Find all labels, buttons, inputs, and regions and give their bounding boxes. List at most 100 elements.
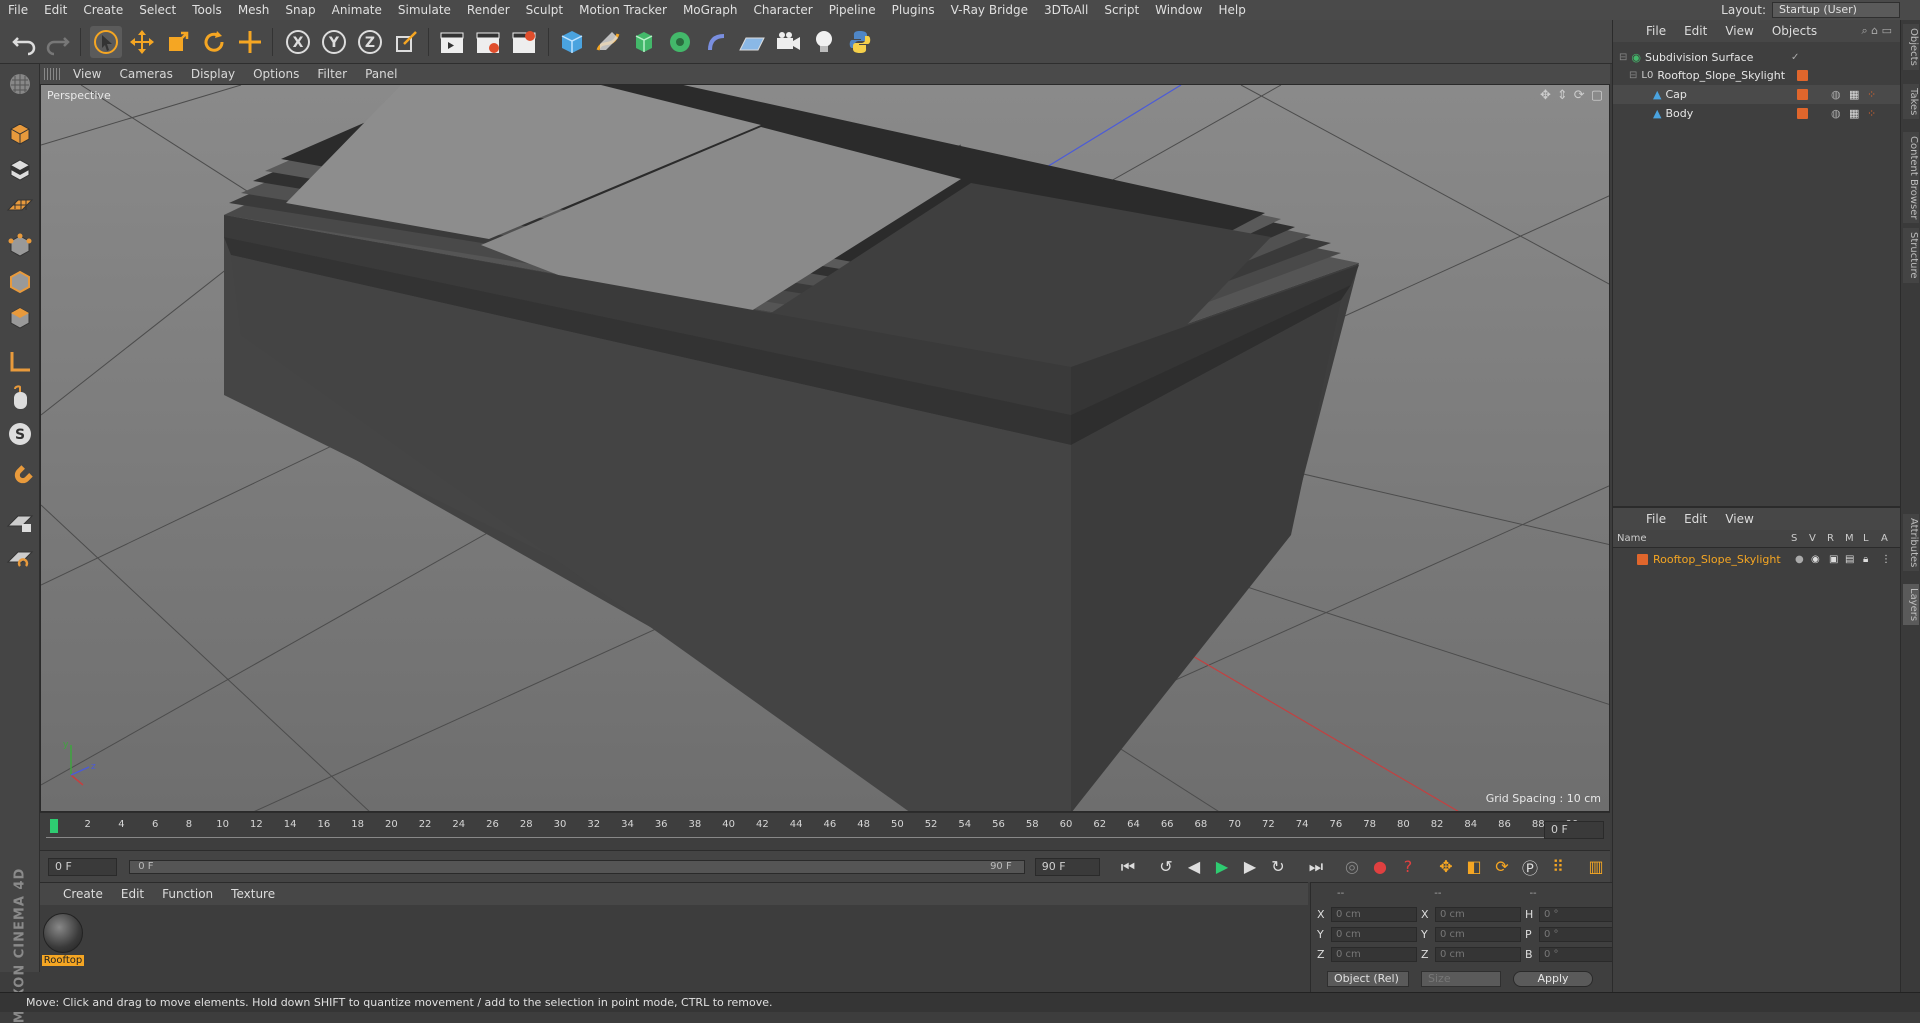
- position-y-field[interactable]: 0 cm: [1331, 927, 1417, 942]
- collapse-icon[interactable]: ⊟: [1629, 70, 1637, 81]
- layer-color-swatch[interactable]: [1637, 554, 1648, 565]
- material-menu-function[interactable]: Function: [153, 887, 222, 901]
- material-menu-texture[interactable]: Texture: [222, 887, 284, 901]
- menu-animate[interactable]: Animate: [324, 0, 390, 20]
- motion-record-button[interactable]: ◎: [1340, 855, 1364, 879]
- object-row-body[interactable]: ▲ Body ◍ ▦ ⁘: [1613, 104, 1901, 123]
- play-button[interactable]: ▶: [1210, 855, 1234, 879]
- menu-file[interactable]: File: [0, 0, 36, 20]
- menu-snap[interactable]: Snap: [277, 0, 323, 20]
- menu-tools[interactable]: Tools: [184, 0, 230, 20]
- position-z-field[interactable]: 0 cm: [1331, 947, 1417, 962]
- layer-row[interactable]: Rooftop_Slope_Skylight ● ◉ ▣ ▤ 🔒︎ ⋮: [1613, 550, 1901, 569]
- edge-mode-button[interactable]: [4, 266, 36, 298]
- coordinate-system-button[interactable]: [390, 26, 422, 58]
- redo-button[interactable]: [42, 26, 74, 58]
- autokey-button[interactable]: ?: [1396, 855, 1420, 879]
- menu-motion-tracker[interactable]: Motion Tracker: [571, 0, 675, 20]
- light-button[interactable]: [808, 26, 840, 58]
- drag-handle-icon[interactable]: [44, 68, 60, 80]
- make-editable-button[interactable]: [4, 68, 36, 100]
- apply-button[interactable]: Apply: [1513, 971, 1593, 987]
- start-frame-field[interactable]: 0 F: [48, 857, 118, 876]
- prev-frame-button[interactable]: ◀: [1182, 855, 1206, 879]
- locked-workplane-button[interactable]: [4, 506, 36, 538]
- render-view-button[interactable]: [436, 26, 468, 58]
- dolly-icon[interactable]: ⇕: [1557, 88, 1568, 103]
- viewport-menu-options[interactable]: Options: [244, 67, 308, 81]
- render-icon[interactable]: ▣: [1829, 554, 1838, 565]
- phong-tag-icon[interactable]: ◍: [1831, 88, 1841, 101]
- phong-tag-icon[interactable]: ◍: [1831, 107, 1841, 120]
- viewport-menu-filter[interactable]: Filter: [308, 67, 356, 81]
- size-z-field[interactable]: 0 cm: [1435, 947, 1521, 962]
- layer-menu-view[interactable]: View: [1716, 512, 1762, 526]
- timeline-ruler[interactable]: 0246810121416182022242628303234363840424…: [40, 812, 1610, 850]
- polygon-mode-button[interactable]: [4, 302, 36, 334]
- scale-tool-button[interactable]: [162, 26, 194, 58]
- position-x-field[interactable]: 0 cm: [1331, 907, 1417, 922]
- menu-character[interactable]: Character: [745, 0, 820, 20]
- size-y-field[interactable]: 0 cm: [1435, 927, 1521, 942]
- current-frame-field[interactable]: 0 F: [1544, 821, 1604, 839]
- viewport-menu-display[interactable]: Display: [182, 67, 244, 81]
- menu-mesh[interactable]: Mesh: [230, 0, 278, 20]
- orbit-icon[interactable]: ⟳: [1574, 88, 1585, 103]
- spline-pen-button[interactable]: [592, 26, 624, 58]
- object-menu-view[interactable]: View: [1716, 24, 1762, 38]
- next-keyframe-button[interactable]: ↻: [1266, 855, 1290, 879]
- selection-tag-icon[interactable]: ⁘: [1867, 107, 1876, 120]
- selection-tag-icon[interactable]: ⁘: [1867, 88, 1876, 101]
- move-tool-button[interactable]: [126, 26, 158, 58]
- object-menu-edit[interactable]: Edit: [1675, 24, 1716, 38]
- layout-select[interactable]: Startup (User): [1772, 2, 1900, 18]
- tab-structure[interactable]: Structure: [1903, 228, 1919, 283]
- menu-simulate[interactable]: Simulate: [390, 0, 459, 20]
- magnet-button[interactable]: [4, 462, 36, 494]
- tab-takes[interactable]: Takes: [1903, 84, 1919, 120]
- object-row-subdivision[interactable]: ⊟ ◉ Subdivision Surface ✓: [1613, 48, 1901, 67]
- menu-mograph[interactable]: MoGraph: [675, 0, 746, 20]
- material-menu-create[interactable]: Create: [54, 887, 112, 901]
- record-button[interactable]: ●: [1368, 855, 1392, 879]
- rotate-tool-button[interactable]: [198, 26, 230, 58]
- menu-plugins[interactable]: Plugins: [884, 0, 943, 20]
- go-to-start-button[interactable]: ⏮: [1116, 855, 1140, 879]
- layer-color-swatch[interactable]: [1797, 89, 1808, 100]
- lock-x-axis-button[interactable]: X: [282, 26, 314, 58]
- menu-edit[interactable]: Edit: [36, 0, 75, 20]
- next-frame-button[interactable]: ▶: [1238, 855, 1262, 879]
- tab-objects[interactable]: Objects: [1903, 24, 1919, 70]
- tweak-mode-button[interactable]: [4, 382, 36, 414]
- menu-render[interactable]: Render: [459, 0, 518, 20]
- layer-color-swatch[interactable]: [1797, 108, 1808, 119]
- deformer-button[interactable]: [700, 26, 732, 58]
- key-scale-button[interactable]: ◧: [1462, 855, 1486, 879]
- viewport-menu-cameras[interactable]: Cameras: [110, 67, 181, 81]
- material-swatch[interactable]: Rooftop: [42, 913, 84, 969]
- animation-icon[interactable]: ⋮: [1881, 554, 1891, 565]
- coordinate-mode-select[interactable]: Object (Rel): [1327, 971, 1409, 987]
- snap-button[interactable]: S: [4, 418, 36, 450]
- key-position-button[interactable]: ✥: [1434, 855, 1458, 879]
- solo-icon[interactable]: ●: [1795, 554, 1804, 565]
- workplane-mode-button[interactable]: [4, 190, 36, 222]
- cube-primitive-button[interactable]: [556, 26, 588, 58]
- enable-axis-button[interactable]: [4, 346, 36, 378]
- pan-icon[interactable]: ✥: [1540, 88, 1551, 103]
- material-menu-edit[interactable]: Edit: [112, 887, 153, 901]
- menu-help[interactable]: Help: [1210, 0, 1253, 20]
- menu-create[interactable]: Create: [75, 0, 131, 20]
- timeline-window-button[interactable]: ▥: [1584, 855, 1608, 879]
- material-tag-icon[interactable]: ▦: [1849, 107, 1859, 120]
- point-mode-button[interactable]: [4, 230, 36, 262]
- object-menu-objects[interactable]: Objects: [1763, 24, 1826, 38]
- mograph-cloner-button[interactable]: [664, 26, 696, 58]
- menu-script[interactable]: Script: [1096, 0, 1147, 20]
- menu-vray-bridge[interactable]: V-Ray Bridge: [943, 0, 1036, 20]
- checkmark-icon[interactable]: ✓: [1791, 52, 1799, 63]
- prev-keyframe-button[interactable]: ↺: [1154, 855, 1178, 879]
- render-settings-button[interactable]: [508, 26, 540, 58]
- viewport-menu-view[interactable]: View: [64, 67, 110, 81]
- manager-icon[interactable]: ▤: [1845, 554, 1854, 565]
